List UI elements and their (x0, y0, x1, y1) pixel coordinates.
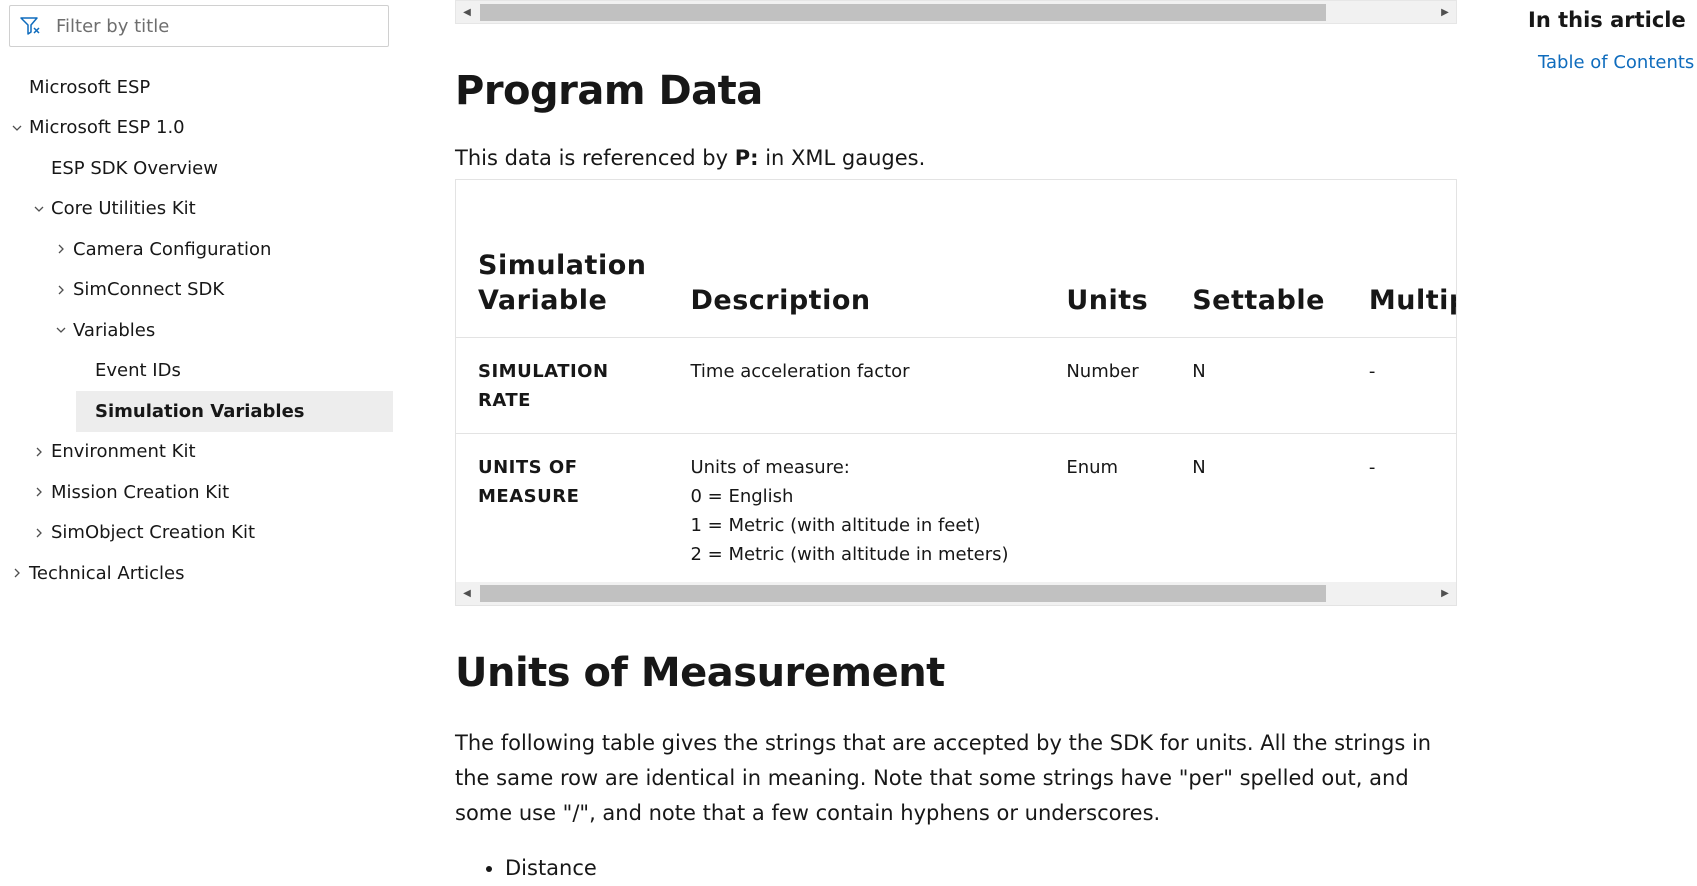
sidebar-item[interactable]: SimConnect SDK (9, 270, 389, 311)
sidebar-item[interactable]: ESP SDK Overview (9, 148, 389, 189)
column-header: Multiplayer (1346, 180, 1456, 338)
units-paragraph: The following table gives the strings th… (455, 731, 1432, 825)
sidebar-item-label: Simulation Variables (95, 400, 305, 422)
program-data-intro: This data is referenced by P: in XML gau… (455, 141, 925, 176)
table-scrollbar[interactable]: ◀ ▶ (456, 582, 1456, 605)
top-table-scrollbar[interactable]: ◀ ▶ (455, 0, 1457, 24)
units-cell: Enum (1044, 433, 1171, 588)
filter-box[interactable] (9, 5, 389, 47)
scroll-right-arrow-icon[interactable]: ▶ (1436, 582, 1454, 604)
sidebar-item-label: Microsoft ESP (29, 76, 151, 98)
filter-icon (20, 17, 40, 35)
intro-text: This data is referenced by (455, 146, 735, 170)
main-content: ◀ ▶ Program Data This data is referenced… (455, 0, 1457, 880)
table-row: SIMULATION RATE Time acceleration factor N… (456, 337, 1456, 434)
description-line: Time acceleration factor (690, 361, 910, 382)
sidebar-item[interactable]: Microsoft ESP 1.0 (9, 108, 389, 149)
sidebar-item[interactable]: Environment Kit (9, 432, 389, 473)
list-item: Distance (505, 851, 597, 886)
chevron-right-icon[interactable] (33, 486, 45, 498)
description-line: 1 = Metric (with altitude in feet) (690, 515, 981, 536)
sidebar-item[interactable]: SimObject Creation Kit (9, 513, 389, 554)
column-header: Simulation Variable (456, 180, 669, 338)
table-row: UNITS OF MEASURE Units of measure: 0 = Eng… (456, 433, 1456, 588)
chevron-right-icon[interactable] (11, 567, 23, 579)
column-header: Settable (1170, 180, 1347, 338)
chevron-right-icon[interactable] (55, 284, 67, 296)
sidebar-item-label: Variables (73, 319, 156, 341)
sidebar-item[interactable]: Event IDs (9, 351, 389, 392)
sidebar-item-label: SimConnect SDK (73, 279, 225, 301)
sidebar-item-label: Microsoft ESP 1.0 (29, 117, 185, 139)
multiplayer-cell: - (1346, 337, 1456, 434)
settable-cell: N (1170, 433, 1347, 588)
column-header: Units (1044, 180, 1171, 338)
chevron-down-icon[interactable] (33, 203, 45, 215)
sidebar-toc: Microsoft ESP Microsoft ESP 1.0 ESP SDK Ov… (9, 5, 393, 584)
in-this-article: In this article Table of Contents (1528, 8, 1694, 73)
multiplayer-cell: - (1346, 433, 1456, 588)
description-cell: Time acceleration factor (668, 337, 1045, 434)
scroll-left-arrow-icon[interactable]: ◀ (458, 1, 476, 23)
description-line: Units of measure: (690, 457, 850, 478)
chevron-down-icon[interactable] (55, 324, 67, 336)
sidebar-item-label: Event IDs (95, 360, 181, 382)
sidebar-item[interactable]: Core Utilities Kit (9, 189, 389, 230)
table-header-row: Simulation Variable Description Units Se… (456, 180, 1456, 338)
sidebar-item[interactable]: Variables (9, 310, 389, 351)
description-cell: Units of measure: 0 = English 1 = Metric (… (668, 433, 1045, 588)
right-rail-title: In this article (1528, 8, 1686, 32)
sidebar-item-label: Camera Configuration (73, 238, 272, 260)
toc-link[interactable]: Table of Contents (1538, 52, 1694, 73)
units-list: Distance (455, 851, 597, 886)
settable-cell: N (1170, 337, 1347, 434)
filter-input[interactable] (54, 14, 358, 38)
scroll-right-arrow-icon[interactable]: ▶ (1436, 1, 1454, 23)
intro-text-end: in XML gauges. (758, 146, 926, 170)
scroll-thumb[interactable] (480, 4, 1326, 21)
sidebar-item-label: Technical Articles (29, 562, 185, 584)
sidebar-item-label: SimObject Creation Kit (51, 522, 256, 544)
sidebar-item[interactable]: Mission Creation Kit (9, 472, 389, 513)
section-heading-units: Units of Measurement (455, 650, 945, 696)
scroll-thumb[interactable] (480, 585, 1326, 602)
sidebar-item-label: ESP SDK Overview (51, 157, 218, 179)
intro-code: P: (734, 146, 759, 170)
description-line: 2 = Metric (with altitude in meters) (690, 544, 1009, 565)
sidebar-item[interactable]: Simulation Variables (9, 391, 393, 432)
chevron-right-icon[interactable] (55, 243, 67, 255)
program-data-table: Simulation Variable Description Units Se… (456, 180, 1456, 588)
sidebar-item-label: Environment Kit (51, 441, 196, 463)
chevron-down-icon[interactable] (11, 122, 23, 134)
section-heading-program-data: Program Data (455, 68, 763, 114)
units-cell: Number (1044, 337, 1171, 434)
chevron-right-icon[interactable] (33, 446, 45, 458)
sidebar-item-label: Core Utilities Kit (51, 198, 196, 220)
sidebar-item-label: Mission Creation Kit (51, 481, 230, 503)
description-line: 0 = English (690, 486, 794, 507)
toc-tree: Microsoft ESP Microsoft ESP 1.0 ESP SDK Ov… (9, 67, 393, 594)
variable-cell: SIMULATION RATE (456, 337, 669, 434)
column-header: Description (668, 180, 1045, 338)
sidebar-item[interactable]: Technical Articles (9, 553, 389, 594)
sidebar-item[interactable]: Camera Configuration (9, 229, 389, 270)
variable-cell: UNITS OF MEASURE (456, 433, 669, 588)
chevron-right-icon[interactable] (33, 527, 45, 539)
scroll-left-arrow-icon[interactable]: ◀ (458, 582, 476, 604)
sidebar-item[interactable]: Microsoft ESP (9, 67, 389, 108)
program-data-table-container: Simulation Variable Description Units Se… (455, 179, 1457, 606)
